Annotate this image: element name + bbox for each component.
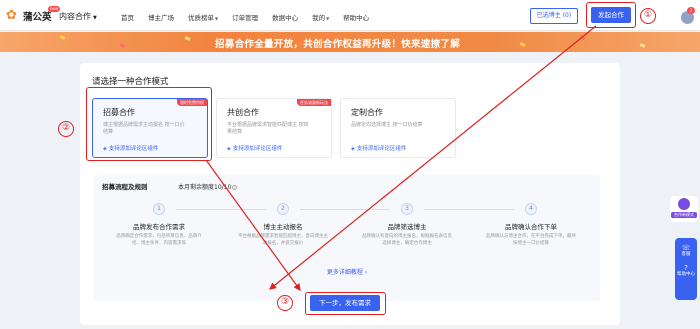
card-tag: ◈ 支持添加评论区组件 [351,144,406,152]
step-title: 品牌确认合作下单 [505,223,557,231]
step-title: 品牌筛选博主 [387,223,427,231]
quota-value: 本月剩余额度10/10 [178,184,232,191]
marker-2: ② [58,121,74,137]
nav-item-label: 博主广场 [148,14,174,22]
highlight-box-1 [586,2,636,28]
step-3: 3 品牌筛选博主 品牌确认有意向的博主报名，根据报名表信息选择博主，确定合作博主 [362,203,452,247]
confetti-decoration [184,36,191,41]
nav-item[interactable]: 优质榜单▼ [188,12,218,22]
step-title: 博主主动报名 [263,223,303,231]
notification-badge: 2 [687,7,695,14]
nav-menu: 首页 博主广场 优质榜单▼ 订单管理 数据中心 我的▼ 帮助中心 [121,12,369,22]
nav-item[interactable]: 数据中心 [272,12,298,22]
side-item-label: 客服 [681,252,691,257]
nav-item[interactable]: 博主广场 [148,12,174,22]
side-toolbar: ☏ 客服 ? 帮助中心 [675,238,697,300]
card-ribbon: 任务流量新玩法 [297,99,331,106]
confetti-decoration [579,35,586,40]
step-desc: 品牌确定合作需求，包括项目信息、品牌介绍、博主条件、内容需求等 [116,234,202,246]
card-desc: 平台根据品牌需求智能匹配博主 按效果结算 [227,122,309,135]
highlight-box-3 [305,292,386,315]
process-section: 招募流程及规则 本月剩余额度10/10 i 1 品牌发布合作需求 品牌确定合作需求… [94,175,600,301]
process-heading: 招募流程及规则 [102,183,148,191]
step-number: 2 [277,203,289,215]
card-tag-label: 支持添加评论区组件 [356,146,407,152]
chevron-right-icon: › [364,269,368,276]
customer-service-button[interactable]: ☏ 客服 [675,244,697,258]
dandelion-icon: ✿ [6,8,17,23]
step-number: 4 [525,203,537,215]
check-icon: ◈ [351,146,355,152]
more-tutorial-label: 更多详细教程 [326,269,363,276]
step-1: 1 品牌发布合作需求 品牌确定合作需求，包括项目信息、品牌介绍、博主条件、内容需… [114,203,204,247]
step-number: 3 [401,203,413,215]
step-2: 2 博主主动报名 平台根据品牌需求智能匹配博主，意向博主主动报名，并提交报价 [238,203,328,247]
info-icon[interactable]: i [232,185,238,190]
business-label: 内容合作 [59,12,91,21]
card-tag-label: 支持添加评论区组件 [232,146,283,152]
nav-item-label: 订单管理 [232,14,259,22]
step-title: 品牌发布合作需求 [133,223,185,231]
nav-item-label: 优质榜单 [188,14,214,22]
nav-item[interactable]: 帮助中心 [343,12,369,22]
confetti-decoration [119,43,126,48]
step-4: 4 品牌确认合作下单 品牌确认与博主合作，在平台完成下单，最终按博主一口价结算 [486,203,576,247]
chevron-down-icon: ▼ [215,16,219,21]
step-desc: 平台根据品牌需求智能匹配博主，意向博主主动报名，并提交报价 [238,234,328,246]
headset-icon: ☏ [681,244,691,252]
mode-label: 合作新模式 [671,212,697,218]
card-desc: 品牌定向选择博主 按一口价结算 [351,122,423,128]
selected-creators-button[interactable]: 已选博主 (0) [530,8,578,24]
highlight-box-2 [86,87,212,161]
page-title: 请选择一种合作模式 [92,77,169,87]
chevron-down-icon: ▼ [326,16,330,21]
confetti-decoration [639,43,646,48]
marker-3: ③ [277,295,293,311]
nav-item[interactable]: 首页 [121,12,134,22]
more-tutorial-link[interactable]: 更多详细教程 › [94,267,600,276]
nav-item-label: 首页 [121,14,134,22]
nav-item[interactable]: 订单管理 [232,12,258,22]
chevron-down-icon: ▼ [93,15,97,21]
check-icon: ◈ [227,146,231,152]
card-title: 共创合作 [227,108,259,117]
confetti-decoration [519,42,526,47]
banner-text: 招募合作全量开放，共创合作权益再升级！快来速撩了解 [215,39,461,50]
side-item-label: 帮助中心 [677,271,695,277]
nav-item-label: 数据中心 [272,14,299,22]
card-title: 定制合作 [351,108,383,117]
confetti-decoration [59,35,66,40]
nav-item[interactable]: 我的▼ [312,12,329,22]
nav-item-label: 我的 [312,14,326,22]
mode-icon [678,198,690,210]
step-desc: 品牌确认有意向的博主报名，根据报名表信息选择博主，确定合作博主 [362,234,452,246]
quota-text: 本月剩余额度10/10 i [178,182,238,191]
help-icon: ? [684,263,688,272]
marker-1: ① [640,8,656,24]
card-cocreate[interactable]: 任务流量新玩法 共创合作 平台根据品牌需求智能匹配博主 按效果结算 ◈ 支持添加评… [216,98,332,158]
card-custom[interactable]: 定制合作 品牌定向选择博主 按一口价结算 ◈ 支持添加评论区组件 [340,98,456,158]
new-mode-float[interactable]: 合作新模式 [670,196,698,222]
step-desc: 品牌确认与博主合作，在平台完成下单，最终按博主一口价结算 [486,234,576,246]
help-center-button[interactable]: ? 帮助中心 [675,264,697,278]
brand-logo[interactable]: ✿ 蒲公英 new [6,6,61,23]
promo-banner[interactable]: 招募合作全量开放，共创合作权益再升级！快来速撩了解 [0,32,700,52]
nav-item-label: 帮助中心 [343,14,370,22]
step-number: 1 [153,203,165,215]
business-switcher[interactable]: 内容合作 ▼ [59,11,97,22]
card-tag: ◈ 支持添加评论区组件 [227,144,282,152]
brand-name: 蒲公英 [23,12,52,23]
